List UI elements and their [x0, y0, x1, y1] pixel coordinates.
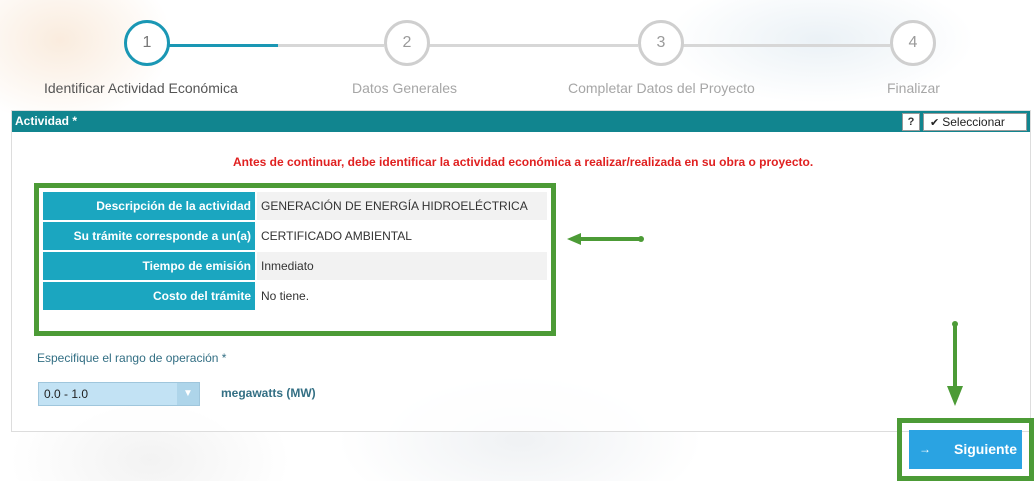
info-value: CERTIFICADO AMBIENTAL [256, 221, 547, 252]
next-button[interactable]: → Siguiente [909, 430, 1022, 469]
down-arrow-annotation-icon [947, 321, 963, 406]
step-4-label: Finalizar [887, 80, 940, 96]
step-2-label: Datos Generales [352, 80, 458, 96]
range-label: Especifique el rango de operación * [37, 351, 227, 365]
check-icon: ✔ [930, 117, 940, 129]
panel-title: Actividad * [15, 114, 78, 128]
select-button[interactable]: ✔ Seleccionar [923, 113, 1027, 131]
table-row: Descripción de la actividad GENERACIÓN D… [43, 192, 547, 222]
next-button-highlight: → Siguiente [897, 418, 1034, 481]
select-button-label: Seleccionar [942, 115, 1005, 129]
wizard-steps: 1 2 3 4 Identificar Actividad Económica … [0, 0, 1034, 104]
info-key: Su trámite corresponde a un(a) [43, 221, 257, 252]
table-row: Costo del trámite No tiene. [43, 281, 547, 312]
range-selected-value: 0.0 - 1.0 [44, 387, 89, 401]
left-arrow-annotation-icon [567, 233, 644, 245]
next-button-label: Siguiente [954, 441, 1018, 457]
arrow-right-icon: → [919, 442, 931, 456]
info-highlight-frame: Descripción de la actividad GENERACIÓN D… [34, 183, 556, 336]
help-button[interactable]: ? [902, 113, 920, 131]
info-key: Descripción de la actividad [43, 192, 257, 222]
step-3-label: Completar Datos del Proyecto [568, 80, 755, 96]
warning-message: Antes de continuar, debe identificar la … [233, 155, 814, 169]
info-value: Inmediato [256, 251, 547, 282]
info-key: Tiempo de emisión [43, 251, 257, 282]
info-value: No tiene. [256, 281, 547, 312]
step-connector-2-3 [424, 44, 638, 47]
activity-info-table: Descripción de la actividad GENERACIÓN D… [43, 192, 547, 312]
info-value: GENERACIÓN DE ENERGÍA HIDROELÉCTRICA [256, 192, 547, 222]
step-2-circle[interactable]: 2 [384, 20, 430, 66]
range-select[interactable]: 0.0 - 1.0 ▼ [38, 382, 200, 406]
step-connector-1-2 [164, 44, 278, 47]
activity-panel: Actividad * ? ✔ Seleccionar Antes de cont… [11, 110, 1031, 432]
chevron-down-icon[interactable]: ▼ [177, 383, 199, 405]
panel-header: Actividad * ? ✔ Seleccionar [12, 111, 1030, 132]
range-unit: megawatts (MW) [221, 386, 316, 400]
step-3-circle[interactable]: 3 [638, 20, 684, 66]
step-connector-1-2b [278, 44, 384, 47]
table-row: Su trámite corresponde a un(a) CERTIFICA… [43, 221, 547, 252]
step-1-circle[interactable]: 1 [124, 20, 170, 66]
step-1-label: Identificar Actividad Económica [44, 80, 238, 96]
info-key: Costo del trámite [43, 281, 257, 312]
step-4-circle[interactable]: 4 [890, 20, 936, 66]
table-row: Tiempo de emisión Inmediato [43, 251, 547, 282]
step-connector-3-4 [678, 44, 890, 47]
